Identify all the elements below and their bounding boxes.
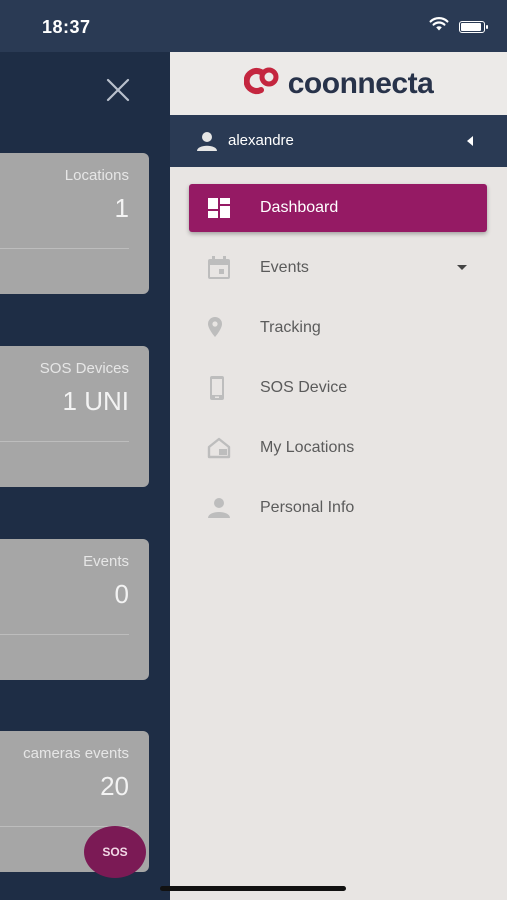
card-label: cameras events [23,745,129,762]
calendar-icon [207,256,231,280]
card-label: Locations [64,167,129,184]
menu-label: My Locations [260,439,355,456]
menu-label: Dashboard [260,199,339,216]
user-name: alexandre [228,132,294,149]
battery-icon [459,20,488,33]
status-time: 18:37 [42,17,91,37]
menu-item-personal-info[interactable]: Personal Info [189,484,487,532]
card-value: 1 [114,193,129,223]
status-bar: 18:37 [0,0,507,52]
sos-button[interactable]: SOS [84,826,146,878]
card-divider [0,441,129,442]
sos-devices-card[interactable]: SOS Devices 1 UNI [0,346,149,487]
wifi-icon [429,17,449,36]
menu-label: Events [260,259,309,276]
menu-item-sos-device[interactable]: SOS Device [189,364,487,412]
navigation-drawer: coonnecta alexandre Dashboard Events Tra… [170,52,507,900]
close-icon[interactable] [104,76,132,104]
home-icon [207,436,231,460]
menu-label: Personal Info [260,499,355,516]
menu-label: SOS Device [260,379,348,396]
brand-name: coonnecta [287,66,434,100]
card-value: 1 UNI [62,386,129,416]
card-value: 0 [114,579,129,609]
locations-card[interactable]: Locations 1 [0,153,149,294]
card-divider [0,248,129,249]
person-icon [207,496,231,520]
dashboard-icon [207,196,231,220]
card-label: SOS Devices [39,360,129,377]
menu-label: Tracking [260,319,321,336]
chevron-down-icon[interactable] [457,265,467,270]
menu-item-events[interactable]: Events [189,244,487,292]
menu-item-my-locations[interactable]: My Locations [189,424,487,472]
card-label: Events [83,553,129,570]
status-icons [429,17,488,36]
user-header[interactable]: alexandre [170,115,507,167]
menu-item-dashboard[interactable]: Dashboard [189,184,487,232]
collapse-caret-icon[interactable] [467,136,473,146]
card-divider [0,634,129,635]
card-value: 20 [100,771,129,801]
brand-logo-icon [243,65,284,102]
home-indicator[interactable] [160,886,346,891]
dashboard-background: Locations 1 SOS Devices 1 UNI Events 0 c… [0,52,170,900]
user-avatar-icon [196,130,218,157]
phone-device-icon [207,376,231,400]
brand-logo: coonnecta [170,52,507,115]
events-card[interactable]: Events 0 [0,539,149,680]
menu-item-tracking[interactable]: Tracking [189,304,487,352]
location-pin-icon [207,316,231,340]
